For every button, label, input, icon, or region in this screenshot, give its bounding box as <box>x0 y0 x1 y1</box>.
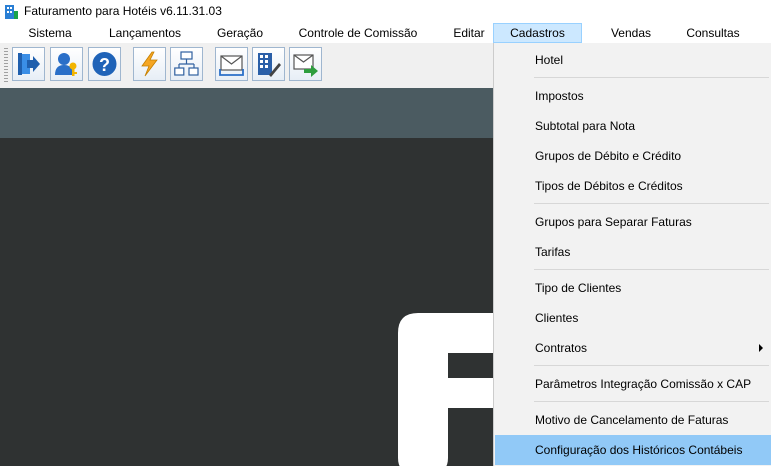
menu-editar[interactable]: Editar <box>440 23 498 43</box>
menu-item-hotel[interactable]: Hotel <box>495 45 771 75</box>
user-key-icon <box>55 53 77 76</box>
menu-item-label: Grupos para Separar Faturas <box>535 215 692 229</box>
menu-item-contratos[interactable]: Contratos <box>495 333 771 363</box>
menu-item-label: Tipo de Clientes <box>535 281 622 295</box>
menu-item-label: Hotel <box>535 53 564 67</box>
menu-item-label: Tarifas <box>535 245 571 259</box>
submenu-arrow-icon <box>759 344 763 352</box>
menu-controle-comissao[interactable]: Controle de Comissão <box>287 23 429 43</box>
menu-item-label: Clientes <box>535 311 579 325</box>
menu-item-tipos-debitos-creditos[interactable]: Tipos de Débitos e Créditos <box>495 171 771 201</box>
mail-send-button[interactable] <box>289 47 322 81</box>
user-access-button[interactable] <box>50 47 83 81</box>
title-bar: Faturamento para Hotéis v6.11.31.03 <box>0 0 771 23</box>
menu-item-impostos[interactable]: Impostos <box>495 81 771 111</box>
menu-separator <box>534 269 769 270</box>
menu-item-label: Subtotal para Nota <box>535 119 636 133</box>
network-diagram-icon <box>174 51 199 76</box>
exit-door-icon <box>18 53 40 75</box>
menu-item-tipo-clientes[interactable]: Tipo de Clientes <box>495 273 771 303</box>
menu-item-label: Configuração dos Históricos Contábeis <box>535 443 743 457</box>
menu-item-clientes[interactable]: Clientes <box>495 303 771 333</box>
menu-lancamentos[interactable]: Lançamentos <box>97 23 193 43</box>
menu-item-label: Contratos <box>535 341 588 355</box>
toolbar-grip[interactable] <box>4 48 8 82</box>
menu-item-label: Parâmetros Integração Comissão x CAP <box>535 377 752 391</box>
menu-sistema[interactable]: Sistema <box>12 23 88 43</box>
process-button[interactable] <box>133 47 166 81</box>
menu-item-label: Tipos de Débitos e Créditos <box>535 179 683 193</box>
menu-separator <box>534 401 769 402</box>
app-building-icon <box>5 5 18 19</box>
menu-item-label: Impostos <box>535 89 584 103</box>
menu-item-tarifas[interactable]: Tarifas <box>495 237 771 267</box>
menu-item-label: Grupos de Débito e Crédito <box>535 149 682 163</box>
cadastros-dropdown-menu: Hotel Impostos Subtotal para Nota Grupos… <box>493 43 771 466</box>
menu-vendas[interactable]: Vendas <box>593 23 669 43</box>
help-icon: ? <box>92 52 117 76</box>
menu-item-configuracao-historicos[interactable]: Configuração dos Históricos Contábeis <box>495 435 771 465</box>
building-edit-button[interactable] <box>252 47 285 81</box>
svg-text:?: ? <box>99 55 110 75</box>
menu-item-subtotal-nota[interactable]: Subtotal para Nota <box>495 111 771 141</box>
lightning-icon <box>141 51 158 77</box>
menu-cadastros[interactable]: Cadastros <box>493 23 582 43</box>
menu-item-grupos-debito-credito[interactable]: Grupos de Débito e Crédito <box>495 141 771 171</box>
menu-item-label: Motivo de Cancelamento de Faturas <box>535 413 729 427</box>
mail-button[interactable] <box>215 47 248 81</box>
window-title: Faturamento para Hotéis v6.11.31.03 <box>24 4 222 18</box>
building-pen-icon <box>258 53 281 77</box>
menu-item-parametros-integracao[interactable]: Parâmetros Integração Comissão x CAP <box>495 369 771 399</box>
menu-geracao[interactable]: Geração <box>204 23 276 43</box>
envelope-tray-icon <box>219 55 244 76</box>
envelope-arrow-icon <box>293 54 318 77</box>
menu-separator <box>534 203 769 204</box>
menu-separator <box>534 77 769 78</box>
menu-separator <box>534 365 769 366</box>
structure-button[interactable] <box>170 47 203 81</box>
menu-consultas[interactable]: Consultas <box>673 23 753 43</box>
help-button[interactable]: ? <box>88 47 121 81</box>
exit-button[interactable] <box>12 47 45 81</box>
menu-item-motivo-cancelamento[interactable]: Motivo de Cancelamento de Faturas <box>495 405 771 435</box>
menu-bar: Sistema Lançamentos Geração Controle de … <box>0 23 771 43</box>
menu-item-grupos-separar-faturas[interactable]: Grupos para Separar Faturas <box>495 207 771 237</box>
